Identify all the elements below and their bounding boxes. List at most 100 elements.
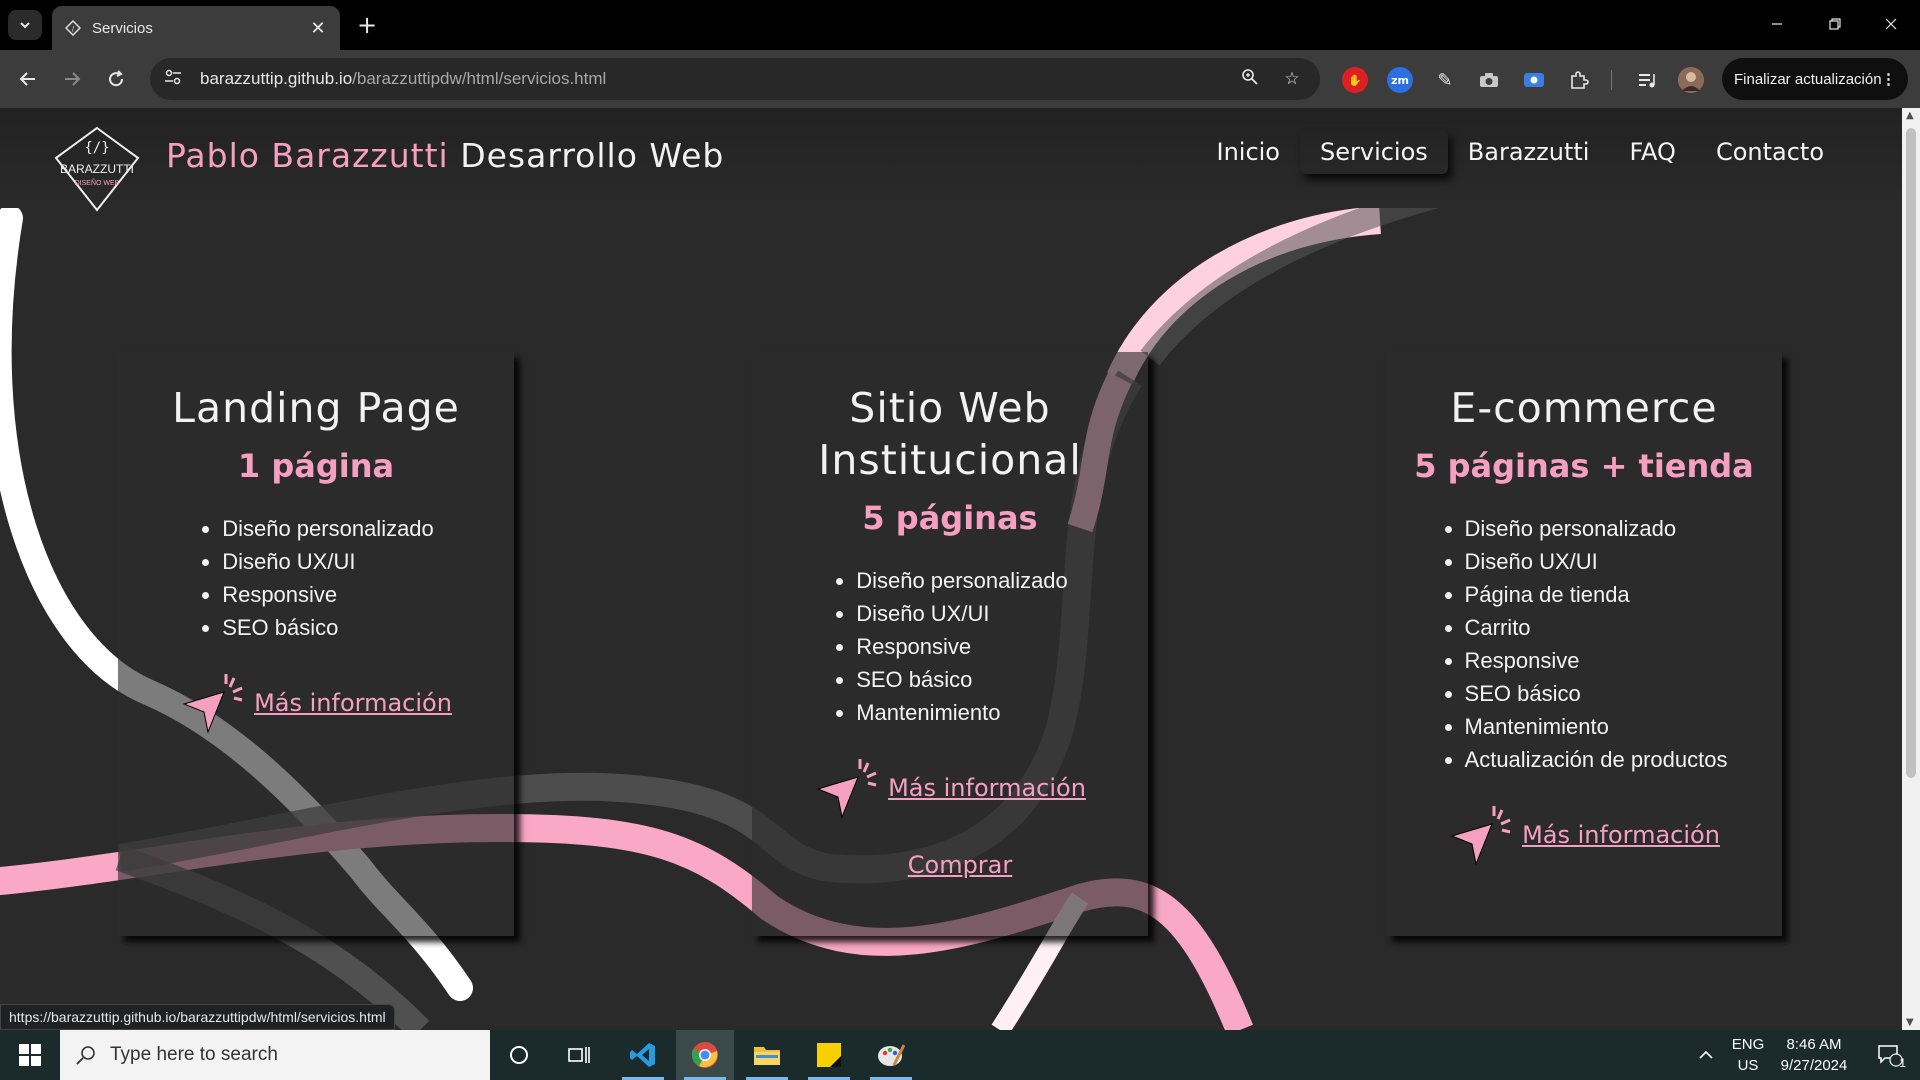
feature-list: Diseño personalizado Diseño UX/UI Respon… bbox=[198, 512, 434, 644]
clock[interactable]: 8:46 AM 9/27/2024 bbox=[1772, 1030, 1856, 1080]
chrome-taskbar-icon[interactable] bbox=[676, 1030, 734, 1080]
language-code: ENG bbox=[1731, 1036, 1765, 1053]
sticky-notes-taskbar-icon[interactable] bbox=[800, 1030, 858, 1080]
scroll-up-icon[interactable]: ▲ bbox=[1906, 110, 1914, 121]
file-explorer-taskbar-icon[interactable] bbox=[738, 1030, 796, 1080]
site-info-icon[interactable] bbox=[164, 69, 188, 89]
finish-update-button[interactable]: Finalizar actualización ⋮ bbox=[1722, 58, 1908, 100]
site-logo[interactable]: {/} BARAZZUTTI DISEÑO WEB bbox=[52, 126, 142, 212]
extension-zoom-icon[interactable]: zm bbox=[1387, 67, 1413, 93]
minimize-button[interactable] bbox=[1752, 8, 1802, 40]
extension-adblock-icon[interactable]: ✋ bbox=[1342, 67, 1368, 93]
more-info-row: Más información bbox=[118, 670, 514, 736]
more-info-link[interactable]: Más información bbox=[254, 689, 452, 717]
reload-button[interactable] bbox=[100, 63, 132, 95]
windows-taskbar: Type here to search ENG US 8:46 AM 9/27/… bbox=[0, 1030, 1920, 1080]
card-subtitle: 5 páginas bbox=[862, 499, 1038, 537]
main-nav: Inicio Servicios Barazzutti FAQ Contacto bbox=[1196, 130, 1844, 174]
media-control-icon[interactable] bbox=[1634, 67, 1660, 93]
search-icon bbox=[76, 1046, 95, 1065]
feature-item: Diseño personalizado bbox=[222, 512, 434, 545]
service-card-institucional: Sitio Web Institucional 5 páginas Diseño… bbox=[752, 352, 1148, 936]
feature-list: Diseño personalizado Diseño UX/UI Respon… bbox=[832, 564, 1068, 729]
taskbar-search-box[interactable]: Type here to search bbox=[60, 1030, 490, 1080]
card-title: E-commerce bbox=[1450, 384, 1718, 432]
back-button[interactable] bbox=[12, 63, 44, 95]
more-menu-icon[interactable]: ⋮ bbox=[1881, 70, 1896, 88]
nav-servicios[interactable]: Servicios bbox=[1300, 130, 1448, 174]
tab-search-button[interactable] bbox=[8, 10, 42, 40]
feature-item: Diseño personalizado bbox=[856, 564, 1068, 597]
feature-item: SEO básico bbox=[1465, 677, 1728, 710]
profile-avatar[interactable] bbox=[1678, 67, 1704, 93]
language-indicator[interactable]: ENG US bbox=[1728, 1030, 1768, 1080]
more-info-row: Más información bbox=[752, 755, 1148, 821]
page-viewport: {/} BARAZZUTTI DISEÑO WEB Pablo Barazzut… bbox=[0, 108, 1902, 1030]
browser-tab-servicios[interactable]: / Servicios ✕ bbox=[52, 6, 340, 50]
service-card-landing: Landing Page 1 página Diseño personaliza… bbox=[118, 352, 514, 936]
url-text[interactable]: barazzuttip.github.io/barazzuttipdw/html… bbox=[200, 69, 1222, 89]
card-title: Sitio Web Institucional bbox=[752, 382, 1148, 486]
action-center-button[interactable]: 1 bbox=[1866, 1030, 1914, 1080]
camera-icon[interactable] bbox=[1476, 67, 1502, 93]
close-window-button[interactable] bbox=[1866, 8, 1916, 40]
show-hidden-icons-button[interactable] bbox=[1688, 1030, 1724, 1080]
cursor-click-icon bbox=[182, 674, 243, 734]
clock-time: 8:46 AM bbox=[1786, 1036, 1842, 1053]
nav-inicio[interactable]: Inicio bbox=[1196, 130, 1300, 174]
screen-capture-icon[interactable] bbox=[1521, 67, 1547, 93]
address-bar[interactable]: barazzuttip.github.io/barazzuttipdw/html… bbox=[150, 58, 1320, 100]
close-icon bbox=[1885, 18, 1897, 30]
feature-list: Diseño personalizado Diseño UX/UI Página… bbox=[1441, 512, 1728, 776]
more-info-link[interactable]: Más información bbox=[888, 774, 1086, 802]
task-view-button[interactable] bbox=[550, 1030, 608, 1080]
url-host: barazzuttip.github.io bbox=[200, 69, 353, 88]
zoom-icon[interactable] bbox=[1236, 68, 1264, 91]
bookmark-star-icon[interactable]: ☆ bbox=[1278, 69, 1306, 89]
feature-item: SEO básico bbox=[856, 663, 1068, 696]
reload-icon bbox=[109, 70, 124, 87]
card-title: Landing Page bbox=[172, 384, 460, 432]
minimize-icon bbox=[1772, 23, 1782, 25]
taskbar-search-placeholder: Type here to search bbox=[110, 1044, 278, 1065]
clock-date: 9/27/2024 bbox=[1780, 1057, 1848, 1074]
scroll-thumb[interactable] bbox=[1906, 128, 1916, 778]
buy-link[interactable]: Comprar bbox=[752, 851, 1148, 879]
forward-arrow-icon bbox=[65, 72, 81, 86]
feature-item: Responsive bbox=[222, 578, 434, 611]
svg-text:{/}: {/} bbox=[84, 140, 109, 156]
restore-button[interactable] bbox=[1810, 8, 1860, 40]
feature-item: Responsive bbox=[856, 630, 1068, 663]
cortana-button[interactable] bbox=[490, 1030, 548, 1080]
start-button[interactable] bbox=[0, 1030, 60, 1080]
back-arrow-icon bbox=[19, 72, 35, 86]
feature-item: Carrito bbox=[1465, 611, 1728, 644]
forward-button[interactable] bbox=[56, 63, 88, 95]
card-title-line2: Institucional bbox=[818, 436, 1082, 484]
keyboard-layout: US bbox=[1737, 1057, 1759, 1074]
tab-title: Servicios bbox=[92, 19, 153, 37]
new-tab-button[interactable]: + bbox=[352, 10, 382, 40]
page-scrollbar[interactable]: ▲ ▼ bbox=[1902, 108, 1920, 1030]
scroll-down-icon[interactable]: ▼ bbox=[1906, 1017, 1914, 1028]
card-subtitle: 5 páginas + tienda bbox=[1414, 447, 1754, 485]
browser-tab-strip: / Servicios ✕ + bbox=[0, 0, 1920, 50]
extensions-puzzle-icon[interactable] bbox=[1566, 67, 1592, 93]
paint-taskbar-icon[interactable] bbox=[862, 1030, 920, 1080]
feature-item: Diseño UX/UI bbox=[856, 597, 1068, 630]
close-tab-icon[interactable]: ✕ bbox=[308, 18, 328, 39]
nav-barazzutti[interactable]: Barazzutti bbox=[1448, 130, 1610, 174]
card-subtitle: 1 página bbox=[237, 447, 395, 485]
eyedropper-icon[interactable]: ✎ bbox=[1432, 67, 1458, 93]
site-brand: Pablo Barazzutti Desarrollo Web bbox=[166, 136, 724, 175]
more-info-row: Más información bbox=[1386, 802, 1782, 868]
more-info-link[interactable]: Más información bbox=[1522, 821, 1720, 849]
toolbar-divider bbox=[1611, 70, 1612, 90]
browser-toolbar: barazzuttip.github.io/barazzuttipdw/html… bbox=[0, 50, 1920, 108]
vscode-taskbar-icon[interactable] bbox=[614, 1030, 672, 1080]
url-path: /barazzuttipdw/html/servicios.html bbox=[352, 69, 607, 88]
nav-contacto[interactable]: Contacto bbox=[1696, 130, 1844, 174]
restore-icon bbox=[1829, 18, 1841, 30]
chevron-up-icon bbox=[1699, 1050, 1713, 1059]
nav-faq[interactable]: FAQ bbox=[1609, 130, 1696, 174]
